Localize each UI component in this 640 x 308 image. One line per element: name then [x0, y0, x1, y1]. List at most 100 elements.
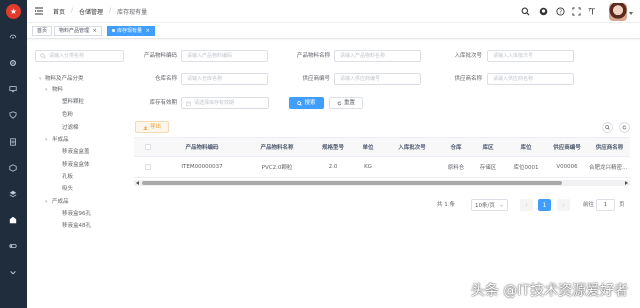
tags-view: 首页 物料产品管理 × 库存现有量 ×: [27, 23, 640, 39]
reset-button-label: 重置: [343, 100, 355, 106]
tree-node[interactable]: 移液盒盒体: [62, 161, 90, 169]
warehouse-icon[interactable]: [8, 215, 18, 225]
close-icon[interactable]: ×: [146, 28, 150, 34]
select-all-cell: [134, 138, 161, 156]
tag-inventory-label: 库存现有量: [117, 28, 143, 34]
tree-node[interactable]: 塑料颗粒: [62, 98, 84, 106]
prev-page-button[interactable]: ‹: [520, 199, 533, 211]
warehouse-label: 仓库名称: [154, 76, 177, 82]
shield-icon[interactable]: [8, 110, 18, 120]
tree-node[interactable]: 半成品: [52, 136, 69, 144]
tree-node[interactable]: 吸头: [62, 185, 73, 193]
tree-node[interactable]: 移液盒盒盖: [62, 148, 90, 156]
select-all-checkbox[interactable]: [144, 144, 151, 150]
github-icon[interactable]: [539, 7, 548, 16]
hamburger-icon[interactable]: [34, 6, 44, 16]
export-button-label: 导出: [149, 124, 161, 130]
vendor-code-input[interactable]: [334, 73, 421, 85]
row-checkbox[interactable]: [144, 164, 151, 170]
column-header[interactable]: 库区: [469, 138, 507, 156]
refresh-button[interactable]: [619, 122, 630, 133]
caret-down-icon[interactable]: [629, 12, 633, 15]
column-header[interactable]: 供应商名称: [589, 138, 630, 156]
item-code-input[interactable]: [181, 50, 268, 62]
tree-search: [35, 50, 124, 62]
help-icon[interactable]: ?: [556, 7, 565, 16]
chevron-down-icon[interactable]: [8, 268, 18, 278]
expire-date-picker[interactable]: [181, 97, 269, 109]
batch-input[interactable]: [487, 50, 574, 62]
table-cell: KG: [364, 164, 372, 170]
vendor-name-input[interactable]: [487, 73, 574, 85]
column-header[interactable]: 产品物料编码: [161, 138, 243, 156]
table-cell: 存储区: [479, 165, 497, 171]
table-cell: ITEM00000037: [181, 164, 223, 170]
cube-icon[interactable]: [8, 163, 18, 173]
row-select-cell: [134, 157, 161, 177]
expire-label: 库存有效期: [149, 100, 177, 106]
table-row[interactable]: ITEM00000037 PVC2.0颗粒 2.0 KG 原料仓 存储区 库位0…: [134, 157, 630, 178]
tree-caret-icon[interactable]: ▾: [45, 136, 48, 144]
column-header[interactable]: 产品物料名称: [243, 138, 311, 156]
toggle-search-button[interactable]: [602, 122, 613, 133]
horizontal-scrollbar[interactable]: [134, 180, 630, 186]
column-header[interactable]: 库位: [507, 138, 545, 156]
breadcrumb-home[interactable]: 首页: [53, 7, 65, 16]
item-name-input[interactable]: [334, 50, 421, 62]
toggle-icon[interactable]: [8, 241, 18, 251]
avatar[interactable]: [609, 3, 627, 21]
tree-node-root[interactable]: 物料及产品分类: [45, 75, 84, 83]
settings-icon[interactable]: [8, 58, 18, 68]
tree-node[interactable]: 物料: [52, 86, 63, 94]
refresh-icon: [622, 125, 627, 130]
tree-caret-icon[interactable]: ▾: [45, 86, 48, 94]
tag-material[interactable]: 物料产品管理 ×: [54, 26, 102, 36]
search-button[interactable]: 搜索: [289, 97, 324, 109]
breadcrumb-separator: /: [71, 7, 74, 14]
search-icon[interactable]: [521, 7, 530, 16]
search-icon: [297, 100, 303, 106]
tree-caret-icon[interactable]: ▾: [45, 198, 48, 206]
column-header[interactable]: 仓库: [443, 138, 469, 156]
goto-page-input[interactable]: 1: [596, 199, 615, 211]
dashboard-icon[interactable]: [8, 32, 18, 42]
tree-node[interactable]: 移液盒96孔: [62, 210, 91, 218]
scrollbar-thumb[interactable]: [142, 181, 562, 185]
inventory-table: 产品物料编码 产品物料名称 规格型号 单位 入库批次号 仓库 库区 库位 供应商…: [134, 137, 630, 187]
export-button[interactable]: 导出: [135, 121, 169, 133]
column-header[interactable]: 规格型号: [311, 138, 355, 156]
warehouse-input[interactable]: [181, 73, 268, 85]
table-cell: PVC2.0颗粒: [261, 165, 293, 171]
monitor-icon[interactable]: [8, 84, 18, 94]
font-size-icon[interactable]: TT: [588, 7, 597, 16]
column-header[interactable]: 入库批次号: [381, 138, 443, 156]
expire-date-input[interactable]: [194, 99, 266, 107]
tree-node[interactable]: 产成品: [52, 198, 69, 206]
next-page-button[interactable]: ›: [557, 199, 570, 211]
tree-caret-icon[interactable]: ▾: [39, 75, 42, 83]
page-number-button[interactable]: 1: [538, 199, 551, 211]
sidebar: ★: [0, 0, 27, 308]
document-icon[interactable]: [8, 137, 18, 147]
page-size-select[interactable]: 10条/页: [471, 199, 508, 211]
tree-search-input[interactable]: [49, 52, 121, 60]
reset-button[interactable]: 重置: [329, 97, 363, 109]
tag-home[interactable]: 首页: [32, 26, 53, 36]
layers-icon[interactable]: [8, 189, 18, 199]
scroll-left-icon[interactable]: [136, 181, 139, 185]
column-header[interactable]: 供应商编号: [545, 138, 589, 156]
logo-icon: ★: [6, 4, 21, 19]
close-icon[interactable]: ×: [93, 28, 97, 34]
column-header[interactable]: 单位: [355, 138, 381, 156]
fullscreen-icon[interactable]: [572, 7, 581, 16]
vendor-code-label: 供应商编号: [302, 76, 330, 82]
tag-inventory[interactable]: 库存现有量 ×: [107, 26, 155, 36]
svg-text:?: ?: [559, 9, 562, 15]
tree-node[interactable]: 移液盒48孔: [62, 222, 91, 230]
watermark: 头条 @IT技术资源爱好者: [470, 283, 628, 299]
tree-node[interactable]: 孔板: [62, 173, 73, 181]
tree-node[interactable]: 过滤棉: [62, 124, 79, 132]
scroll-right-icon[interactable]: [625, 181, 628, 185]
tree-node[interactable]: 色粉: [62, 111, 73, 119]
search-button-label: 搜索: [304, 100, 316, 106]
